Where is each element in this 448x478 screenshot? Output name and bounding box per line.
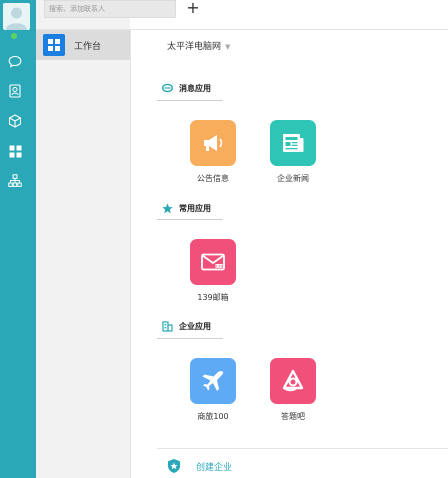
airplane-icon: [190, 358, 236, 404]
section-title-common-apps: 常用应用: [161, 202, 211, 214]
megaphone-icon: [190, 120, 236, 166]
app-announcement[interactable]: 公告信息: [181, 120, 245, 184]
left-rail: [0, 0, 36, 478]
section-divider: [157, 219, 223, 220]
secondary-sidebar: [36, 0, 130, 478]
app-quiz[interactable]: 答题吧: [261, 358, 325, 422]
chevron-down-icon: ▼: [225, 43, 231, 51]
cube-icon[interactable]: [0, 110, 30, 132]
contacts-icon[interactable]: [0, 80, 30, 102]
org-selector[interactable]: 太平洋电脑网 ▼: [167, 39, 230, 52]
sidebar-item-label: 工作台: [74, 41, 102, 52]
app-139-mail[interactable]: 139 139邮箱: [181, 239, 245, 303]
app-enterprise-news[interactable]: 企业新闻: [261, 120, 325, 184]
newspaper-icon: [270, 120, 316, 166]
app-business-travel[interactable]: 商旅100: [181, 358, 245, 422]
sidebar-item-workspace[interactable]: 工作台: [36, 30, 130, 60]
add-button[interactable]: +: [185, 0, 201, 17]
svg-text:139: 139: [216, 264, 223, 268]
quiz-icon: [270, 358, 316, 404]
workspace-grid-icon: [43, 34, 65, 56]
search-input[interactable]: 搜索、添加联系人: [44, 0, 176, 18]
create-enterprise-button[interactable]: 创建企业: [166, 458, 232, 474]
building-icon: [161, 320, 173, 332]
section-divider: [157, 338, 223, 339]
org-chart-icon[interactable]: [0, 170, 30, 192]
section-divider: [157, 100, 223, 101]
section-title-enterprise-apps: 企业应用: [161, 320, 211, 332]
org-name: 太平洋电脑网: [167, 42, 222, 52]
apps-grid-icon[interactable]: [0, 140, 30, 162]
avatar[interactable]: [3, 3, 30, 30]
online-status-dot: [11, 33, 17, 39]
chat-icon[interactable]: [0, 50, 30, 72]
footer-divider: [157, 448, 448, 449]
create-enterprise-label: 创建企业: [196, 462, 233, 473]
message-section-icon: [161, 82, 173, 94]
shield-star-icon: [168, 459, 180, 473]
mail-139-icon: 139: [190, 239, 236, 285]
section-title-message-apps: 消息应用: [161, 82, 211, 94]
star-icon: [161, 202, 173, 214]
